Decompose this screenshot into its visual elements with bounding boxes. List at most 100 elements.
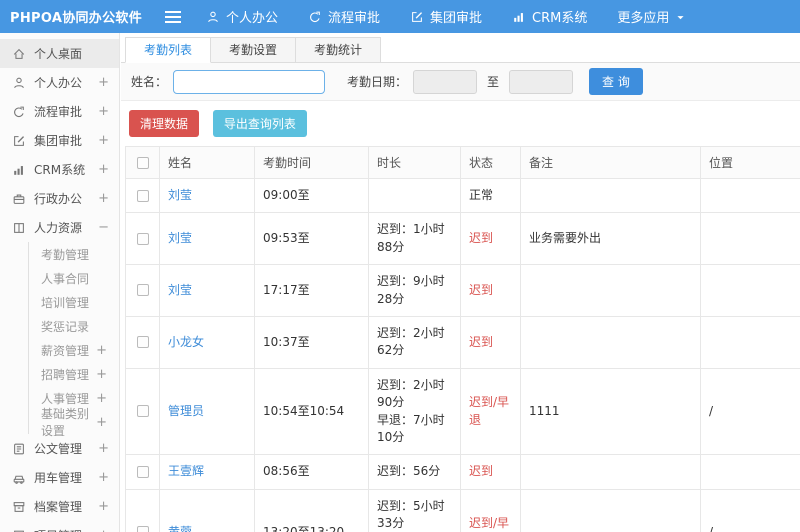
- sidebar-item-行政办公[interactable]: 行政办公 +: [0, 184, 119, 213]
- row-checkbox[interactable]: [136, 526, 149, 532]
- cell-name[interactable]: 王壹辉: [159, 454, 255, 490]
- cell-duration: 迟到：9小时28分: [368, 264, 461, 317]
- action-bar: 清理数据 导出查询列表: [121, 101, 800, 146]
- expand-toggle-icon[interactable]: +: [98, 528, 109, 532]
- sidebar-subitem-奖惩记录[interactable]: 奖惩记录: [29, 314, 119, 338]
- expand-toggle-icon[interactable]: +: [96, 391, 107, 406]
- top-nav-item[interactable]: 流程审批: [308, 7, 380, 26]
- cell-location: [700, 177, 800, 214]
- sidebar-subitem-label: 培训管理: [41, 295, 90, 310]
- sidebar-item-用车管理[interactable]: 用车管理 +: [0, 463, 119, 492]
- search-button[interactable]: 查 询: [589, 68, 643, 95]
- cell-location: /: [700, 367, 800, 456]
- expand-toggle-icon[interactable]: +: [96, 367, 107, 382]
- sidebar-item-label: 用车管理: [34, 471, 83, 485]
- sidebar-item-档案管理[interactable]: 档案管理 +: [0, 492, 119, 521]
- sidebar-item-流程审批[interactable]: 流程审批 +: [0, 97, 119, 126]
- cell-time: 09:53至: [254, 212, 369, 266]
- date-from-input[interactable]: [413, 69, 478, 94]
- sidebar-item-人力资源[interactable]: 人力资源 −: [0, 213, 119, 242]
- tab-考勤统计[interactable]: 考勤统计: [295, 37, 382, 63]
- cell-name[interactable]: 管理员: [159, 367, 255, 456]
- expand-toggle-icon[interactable]: +: [98, 499, 109, 514]
- sidebar-item-个人办公[interactable]: 个人办公 +: [0, 68, 119, 97]
- home-icon: [12, 47, 26, 61]
- expand-toggle-icon[interactable]: +: [98, 191, 109, 206]
- column-header-备注: 备注: [520, 146, 701, 179]
- row-checkbox[interactable]: [136, 189, 149, 202]
- row-checkbox[interactable]: [136, 405, 149, 418]
- cell-status: 迟到: [460, 212, 521, 266]
- cell-location: [700, 264, 800, 317]
- export-list-button[interactable]: 导出查询列表: [212, 110, 307, 137]
- expand-toggle-icon[interactable]: +: [98, 133, 109, 148]
- cell-duration: 迟到：56分: [368, 454, 461, 490]
- sidebar-subitem-label: 人事合同: [41, 271, 90, 286]
- briefcase-icon: [12, 192, 26, 206]
- sidebar-subitem-薪资管理[interactable]: 薪资管理 +: [29, 338, 119, 362]
- cell-time: 10:54至10:54: [254, 367, 369, 456]
- cell-duration: 迟到：2小时90分 早退：7小时10分: [368, 367, 461, 456]
- expand-toggle-icon[interactable]: +: [98, 162, 109, 177]
- cell-duration: 迟到：1小时88分: [368, 212, 461, 266]
- hamburger-menu-icon[interactable]: [164, 10, 182, 24]
- sidebar-subitem-招聘管理[interactable]: 招聘管理 +: [29, 362, 119, 386]
- row-checkbox[interactable]: [136, 284, 149, 297]
- row-checkbox[interactable]: [136, 336, 149, 349]
- cell-name[interactable]: 刘莹: [159, 212, 255, 266]
- duration-line: 迟到：2小时90分: [377, 377, 445, 410]
- row-checkbox[interactable]: [136, 232, 149, 245]
- top-nav-item[interactable]: 个人办公: [206, 7, 278, 26]
- top-nav-item[interactable]: 集团审批: [410, 7, 482, 26]
- top-nav: 个人办公 流程审批 集团审批 CRM系统 更多应用: [206, 7, 686, 26]
- cell-name[interactable]: 刘莹: [159, 177, 255, 214]
- expand-toggle-icon[interactable]: +: [96, 415, 107, 430]
- sidebar-item-个人桌面[interactable]: 个人桌面: [0, 39, 119, 68]
- date-to-input[interactable]: [509, 69, 574, 94]
- sidebar-subitem-人事合同[interactable]: 人事合同: [29, 266, 119, 290]
- filter-bar: 姓名： 考勤日期： 至 查 询: [121, 63, 800, 101]
- select-all-header: [125, 146, 160, 179]
- cell-name[interactable]: 刘莹: [159, 264, 255, 317]
- tab-考勤列表[interactable]: 考勤列表: [125, 37, 212, 63]
- sidebar-item-项目管理[interactable]: 项目管理 +: [0, 521, 119, 532]
- cell-note: [520, 264, 701, 317]
- car-icon: [12, 471, 26, 485]
- sidebar-subitem-基础类别设置[interactable]: 基础类别设置 +: [29, 407, 119, 438]
- cell-status: 正常: [460, 177, 521, 214]
- tab-考勤设置[interactable]: 考勤设置: [210, 37, 297, 63]
- flow-icon: [308, 10, 322, 24]
- main-content: 考勤列表 考勤设置 考勤统计 姓名： 考勤日期： 至 查 询 清理数据 导出查询列表…: [121, 33, 800, 532]
- expand-toggle-icon[interactable]: +: [98, 441, 109, 456]
- cell-time: 17:17至: [254, 264, 369, 317]
- chart-icon: [12, 163, 26, 177]
- expand-toggle-icon[interactable]: −: [98, 220, 109, 235]
- top-nav-label: 流程审批: [328, 11, 381, 26]
- clean-data-button[interactable]: 清理数据: [129, 110, 200, 137]
- sidebar-item-label: 人力资源: [34, 221, 83, 235]
- sidebar-item-CRM系统[interactable]: CRM系统 +: [0, 155, 119, 184]
- expand-toggle-icon[interactable]: +: [98, 104, 109, 119]
- table-row: 刘莹 17:17至 迟到：9小时28分 迟到: [125, 264, 800, 317]
- expand-toggle-icon[interactable]: +: [98, 75, 109, 90]
- cell-name[interactable]: 黄蓉: [159, 488, 255, 532]
- expand-toggle-icon[interactable]: +: [98, 470, 109, 485]
- duration-line: 迟到：1小时88分: [377, 222, 445, 254]
- sidebar-item-集团审批[interactable]: 集团审批 +: [0, 126, 119, 155]
- duration-line: 迟到：5小时33分: [377, 498, 445, 531]
- sidebar-subitem-考勤管理[interactable]: 考勤管理: [29, 242, 119, 266]
- cell-note: [520, 177, 701, 214]
- cell-checkbox: [125, 177, 160, 214]
- sidebar-item-label: 流程审批: [34, 105, 83, 119]
- sidebar-subitem-培训管理[interactable]: 培训管理: [29, 290, 119, 314]
- top-nav-item[interactable]: CRM系统: [512, 7, 587, 26]
- duration-line: 迟到：2小时62分: [377, 325, 445, 358]
- select-all-checkbox[interactable]: [136, 157, 149, 169]
- name-filter-input[interactable]: [173, 69, 326, 94]
- cell-name[interactable]: 小龙女: [159, 315, 255, 369]
- sidebar-item-label: 档案管理: [34, 500, 83, 514]
- top-nav-item[interactable]: 更多应用: [617, 7, 686, 26]
- top-nav-label: 个人办公: [226, 11, 279, 26]
- expand-toggle-icon[interactable]: +: [96, 343, 107, 358]
- row-checkbox[interactable]: [136, 465, 149, 478]
